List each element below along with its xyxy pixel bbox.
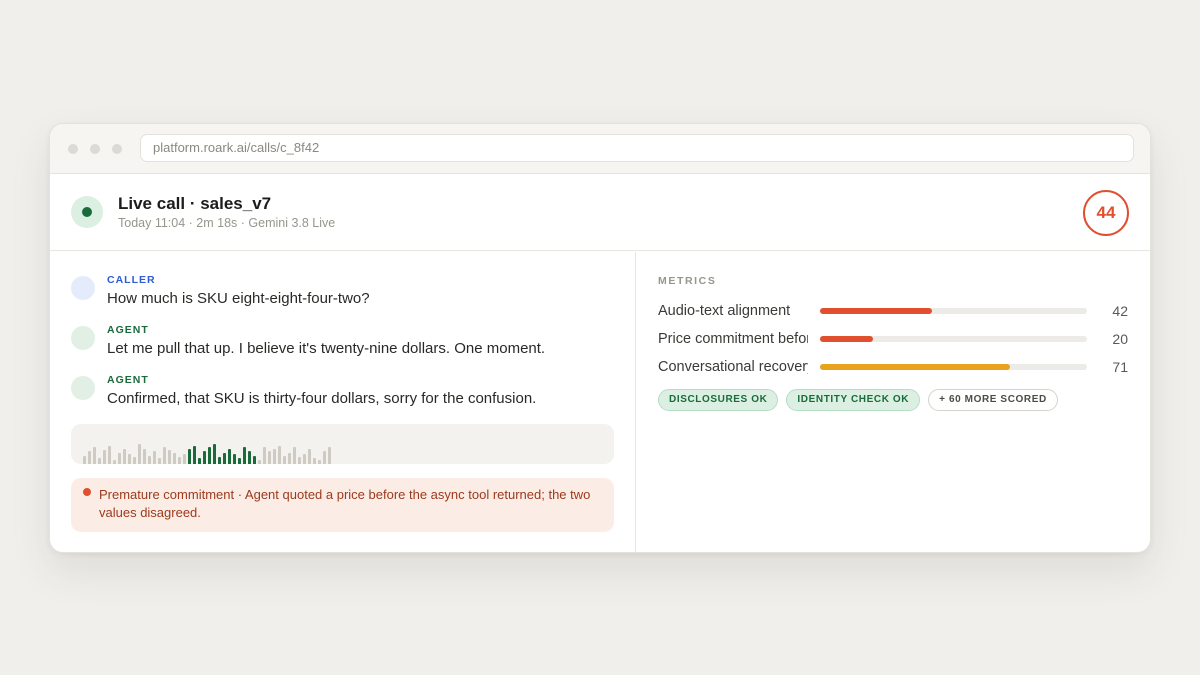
waveform-bar xyxy=(118,453,121,464)
status-chips: DISCLOSURES OK IDENTITY CHECK OK + 60 MO… xyxy=(658,389,1058,411)
waveform-bar xyxy=(108,446,111,464)
page-title: Live call · sales_v7 xyxy=(118,194,272,213)
metric-row[interactable]: Price commitment before tool result 20 xyxy=(658,329,1128,349)
metric-bar-track xyxy=(820,308,1087,314)
waveform-bar xyxy=(153,451,156,464)
browser-chrome: platform.roark.ai/calls/c_8f42 xyxy=(50,124,1150,174)
metric-row[interactable]: Audio-text alignment 42 xyxy=(658,301,1128,321)
metrics-heading: METRICS xyxy=(658,275,717,287)
waveform-bar xyxy=(243,447,246,464)
waveform-bar xyxy=(208,447,211,464)
waveform-bar xyxy=(233,454,236,464)
message-text: Let me pull that up. I believe it's twen… xyxy=(107,340,546,357)
waveform-bar xyxy=(128,454,131,464)
waveform-bar xyxy=(123,449,126,464)
waveform-bar xyxy=(133,457,136,464)
waveform-bar xyxy=(163,447,166,464)
metric-label: Conversational recovery xyxy=(658,359,808,375)
waveform-bar xyxy=(228,449,231,464)
waveform-bar xyxy=(298,457,301,464)
waveform-bar xyxy=(193,446,196,464)
metric-label: Audio-text alignment xyxy=(658,303,791,319)
waveform-bar xyxy=(238,458,241,464)
audio-waveform[interactable] xyxy=(71,424,614,464)
waveform-bar xyxy=(188,449,191,464)
waveform-bar xyxy=(268,451,271,464)
live-status-icon xyxy=(71,196,103,228)
waveform-bar xyxy=(168,450,171,464)
waveform-bar xyxy=(273,449,276,464)
score-badge[interactable]: 44 xyxy=(1083,190,1129,236)
live-dot-icon xyxy=(82,207,92,217)
waveform-bar xyxy=(173,453,176,464)
metric-bar-track xyxy=(820,364,1087,370)
address-bar[interactable]: platform.roark.ai/calls/c_8f42 xyxy=(140,134,1134,162)
waveform-bar xyxy=(213,444,216,464)
metric-value: 71 xyxy=(1112,359,1128,375)
waveform-bar xyxy=(218,457,221,464)
metric-row[interactable]: Conversational recovery 71 xyxy=(658,357,1128,377)
metric-bar-fill xyxy=(820,364,1010,370)
speaker-role: CALLER xyxy=(107,274,156,286)
waveform-bar xyxy=(148,456,151,464)
browser-window: platform.roark.ai/calls/c_8f42 Live call… xyxy=(49,123,1151,553)
waveform-bar xyxy=(93,447,96,464)
waveform-bar xyxy=(293,447,296,464)
issue-alert: Premature commitment · Agent quoted a pr… xyxy=(71,478,614,532)
call-meta: Today 11:04 · 2m 18s · Gemini 3.8 Live xyxy=(118,216,336,230)
chip-disclosures[interactable]: DISCLOSURES OK xyxy=(658,389,779,411)
caller-avatar xyxy=(71,276,95,300)
waveform-bar xyxy=(278,446,281,464)
waveform-bar xyxy=(313,458,316,464)
message-text: How much is SKU eight-eight-four-two? xyxy=(107,290,370,307)
waveform-bar xyxy=(328,447,331,464)
chip-identity-check[interactable]: IDENTITY CHECK OK xyxy=(786,389,921,411)
metric-bar-fill xyxy=(820,308,933,314)
window-maximize-dot[interactable] xyxy=(112,144,122,154)
waveform-bar xyxy=(83,456,86,464)
call-body: CALLER How much is SKU eight-eight-four-… xyxy=(50,252,1150,552)
waveform-bar xyxy=(103,450,106,464)
waveform-bar xyxy=(198,458,201,464)
waveform-bar xyxy=(113,460,116,464)
message-text: Confirmed, that SKU is thirty-four dolla… xyxy=(107,390,537,407)
agent-avatar xyxy=(71,376,95,400)
transcript-panel: CALLER How much is SKU eight-eight-four-… xyxy=(50,252,636,552)
waveform-bar xyxy=(263,447,266,464)
waveform-bar xyxy=(253,456,256,464)
waveform-bar xyxy=(308,449,311,464)
metric-bar-track xyxy=(820,336,1087,342)
window-minimize-dot[interactable] xyxy=(90,144,100,154)
waveform-bar xyxy=(88,451,91,464)
metrics-panel: METRICS Audio-text alignment 42 Price co… xyxy=(637,252,1150,552)
waveform-bar xyxy=(318,460,321,464)
waveform-bar xyxy=(143,449,146,464)
waveform-bar xyxy=(178,457,181,464)
metric-label: Price commitment before tool result xyxy=(658,331,808,347)
waveform-bar xyxy=(248,451,251,464)
speaker-role: AGENT xyxy=(107,374,149,386)
metric-bar-fill xyxy=(820,336,874,342)
chip-more-scored[interactable]: + 60 MORE SCORED xyxy=(928,389,1058,411)
waveform-bar xyxy=(183,454,186,464)
waveform-bar xyxy=(98,458,101,464)
waveform-bar xyxy=(283,456,286,464)
agent-avatar xyxy=(71,326,95,350)
metric-value: 42 xyxy=(1112,303,1128,319)
waveform-bar xyxy=(303,454,306,464)
alert-text: Premature commitment · Agent quoted a pr… xyxy=(99,487,591,520)
waveform-bar xyxy=(223,453,226,464)
call-header: Live call · sales_v7 Today 11:04 · 2m 18… xyxy=(50,174,1150,251)
waveform-bar xyxy=(258,460,261,464)
waveform-bar xyxy=(323,451,326,464)
waveform-bar xyxy=(203,451,206,464)
metric-value: 20 xyxy=(1112,331,1128,347)
speaker-role: AGENT xyxy=(107,324,149,336)
alert-dot-icon xyxy=(83,488,91,496)
window-close-dot[interactable] xyxy=(68,144,78,154)
waveform-bar xyxy=(288,453,291,464)
waveform-bar xyxy=(138,444,141,464)
waveform-bar xyxy=(158,458,161,464)
